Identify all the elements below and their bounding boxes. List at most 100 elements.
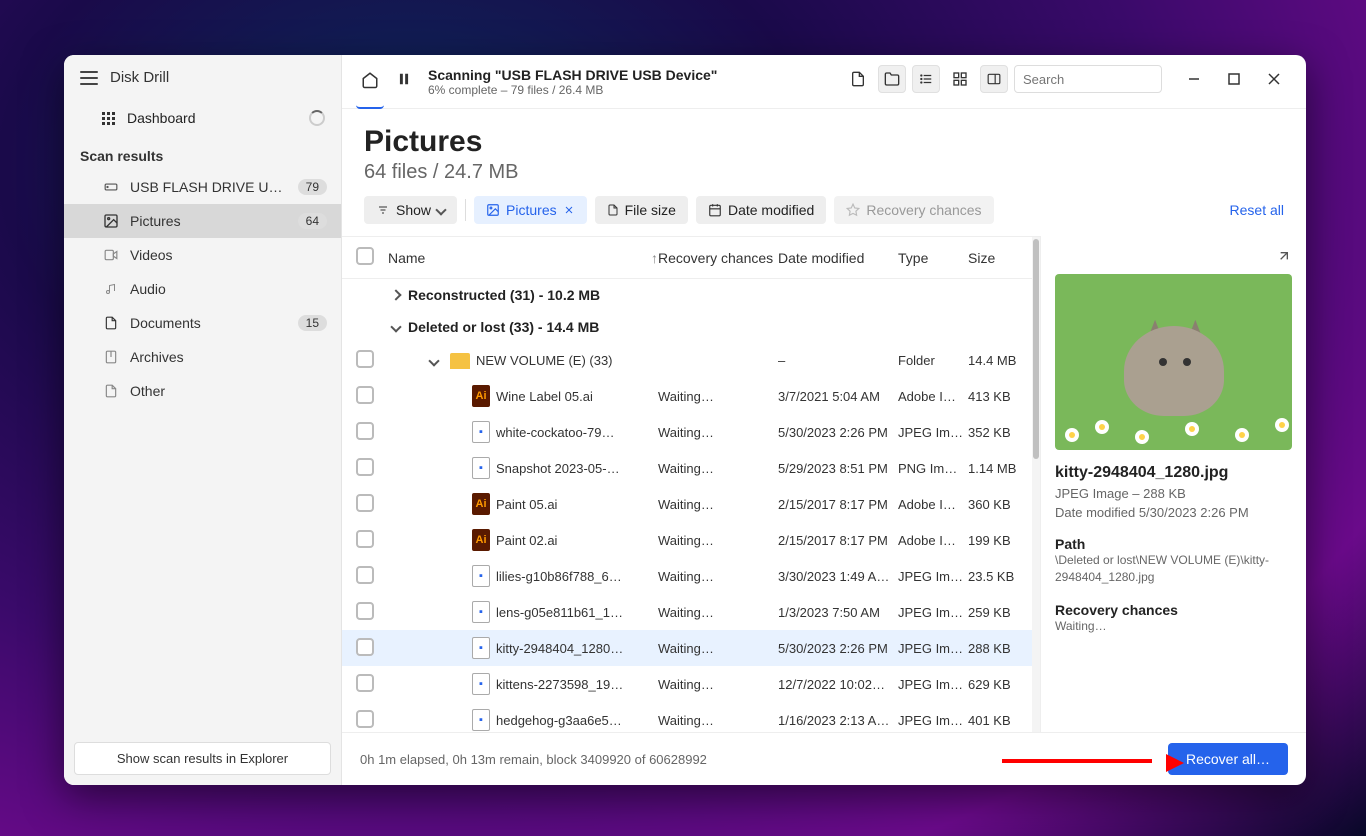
list-view-button[interactable]	[912, 65, 940, 93]
row-checkbox[interactable]	[356, 710, 374, 728]
preview-toggle-button[interactable]	[980, 65, 1008, 93]
file-icon	[607, 203, 619, 217]
preview-recovery-value: Waiting…	[1055, 618, 1292, 635]
sidebar-item-videos[interactable]: Videos	[64, 238, 341, 272]
preview-recovery-label: Recovery chances	[1055, 602, 1292, 618]
ai-file-icon: Ai	[472, 385, 490, 407]
row-checkbox[interactable]	[356, 602, 374, 620]
date-modified-filter[interactable]: Date modified	[696, 196, 826, 224]
scan-title: Scanning "USB FLASH DRIVE USB Device"	[428, 67, 717, 83]
column-type[interactable]: Type	[898, 250, 968, 266]
file-type: PNG Im…	[898, 461, 968, 476]
minimize-button[interactable]	[1176, 65, 1212, 93]
preview-pane: kitty-2948404_1280.jpg JPEG Image – 288 …	[1040, 236, 1306, 732]
scrollbar-thumb[interactable]	[1033, 239, 1039, 459]
table-row[interactable]: ▪white-cockatoo-79… Waiting… 5/30/2023 2…	[342, 414, 1040, 450]
sidebar-item-other[interactable]: Other	[64, 374, 341, 408]
file-date: 1/3/2023 7:50 AM	[778, 605, 898, 620]
dashboard-nav[interactable]: Dashboard	[64, 100, 341, 136]
recovery-chances-filter[interactable]: Recovery chances	[834, 196, 993, 224]
group-deleted[interactable]: Deleted or lost (33) - 14.4 MB	[342, 311, 1040, 343]
archives-icon	[102, 349, 120, 365]
row-checkbox[interactable]	[356, 386, 374, 404]
topbar: Scanning "USB FLASH DRIVE USB Device" 6%…	[342, 55, 1306, 109]
file-size: 413 KB	[968, 389, 1026, 404]
folder-view-button[interactable]	[878, 65, 906, 93]
pictures-filter-label: Pictures	[506, 202, 557, 218]
file-date: 2/15/2017 8:17 PM	[778, 533, 898, 548]
home-button[interactable]	[356, 65, 384, 109]
row-checkbox[interactable]	[356, 566, 374, 584]
row-checkbox[interactable]	[356, 638, 374, 656]
search-box[interactable]	[1014, 65, 1162, 93]
recover-all-button[interactable]: Recover all…	[1168, 743, 1288, 775]
grid-view-button[interactable]	[946, 65, 974, 93]
file-size: 360 KB	[968, 497, 1026, 512]
folder-row[interactable]: NEW VOLUME (E) (33) – Folder 14.4 MB	[342, 343, 1040, 378]
sidebar-item-label: Audio	[130, 281, 327, 297]
sidebar-item-archives[interactable]: Archives	[64, 340, 341, 374]
search-input[interactable]	[1023, 72, 1199, 87]
table-row[interactable]: AiWine Label 05.ai Waiting… 3/7/2021 5:0…	[342, 378, 1040, 414]
pictures-filter[interactable]: Pictures	[474, 196, 587, 224]
row-checkbox[interactable]	[356, 458, 374, 476]
other-icon	[102, 383, 120, 399]
sidebar-item-pictures[interactable]: Pictures 64	[64, 204, 341, 238]
file-name: Snapshot 2023-05-…	[496, 461, 620, 476]
table-row[interactable]: ▪lens-g05e811b61_1… Waiting… 1/3/2023 7:…	[342, 594, 1040, 630]
row-checkbox[interactable]	[356, 350, 374, 368]
image-file-icon: ▪	[472, 601, 490, 623]
group-reconstructed[interactable]: Reconstructed (31) - 10.2 MB	[342, 279, 1040, 311]
sidebar-item-badge: 64	[298, 213, 327, 229]
sidebar-item-audio[interactable]: Audio	[64, 272, 341, 306]
row-checkbox[interactable]	[356, 494, 374, 512]
pause-button[interactable]	[390, 65, 418, 93]
file-recovery: Waiting…	[658, 533, 778, 548]
chevron-down-icon[interactable]	[428, 355, 439, 366]
sidebar-item-documents[interactable]: Documents 15	[64, 306, 341, 340]
folder-icon	[883, 71, 901, 87]
file-type: JPEG Im…	[898, 425, 968, 440]
table-row[interactable]: ▪kittens-2273598_19… Waiting… 12/7/2022 …	[342, 666, 1040, 702]
row-checkbox[interactable]	[356, 422, 374, 440]
spinner-icon	[309, 110, 325, 126]
table-row[interactable]: AiPaint 05.ai Waiting… 2/15/2017 8:17 PM…	[342, 486, 1040, 522]
file-type: Adobe I…	[898, 533, 968, 548]
image-file-icon: ▪	[472, 457, 490, 479]
show-filter[interactable]: Show	[364, 196, 457, 224]
table-row[interactable]: ▪lilies-g10b86f788_6… Waiting… 3/30/2023…	[342, 558, 1040, 594]
row-checkbox[interactable]	[356, 674, 374, 692]
chevron-right-icon	[390, 289, 401, 300]
table-row[interactable]: AiPaint 02.ai Waiting… 2/15/2017 8:17 PM…	[342, 522, 1040, 558]
row-checkbox[interactable]	[356, 530, 374, 548]
reset-all-link[interactable]: Reset all	[1230, 202, 1284, 218]
ai-file-icon: Ai	[472, 493, 490, 515]
popout-icon[interactable]	[1276, 248, 1292, 264]
file-size-filter[interactable]: File size	[595, 196, 688, 224]
x-icon[interactable]	[563, 204, 575, 216]
maximize-button[interactable]	[1216, 65, 1252, 93]
file-view-button[interactable]	[844, 65, 872, 93]
column-date[interactable]: Date modified	[778, 250, 898, 266]
sidebar-item-label: Other	[130, 383, 327, 399]
hamburger-icon[interactable]	[80, 71, 98, 85]
close-button[interactable]	[1256, 65, 1292, 93]
show-in-explorer-button[interactable]: Show scan results in Explorer	[74, 742, 331, 775]
sidebar-item-badge: 15	[298, 315, 327, 331]
file-recovery: Waiting…	[658, 605, 778, 620]
column-recovery[interactable]: Recovery chances	[658, 250, 778, 266]
column-size[interactable]: Size	[968, 250, 1026, 266]
main-pane: Scanning "USB FLASH DRIVE USB Device" 6%…	[342, 55, 1306, 785]
image-file-icon: ▪	[472, 565, 490, 587]
table-row[interactable]: ▪Snapshot 2023-05-… Waiting… 5/29/2023 8…	[342, 450, 1040, 486]
file-size: 401 KB	[968, 713, 1026, 728]
select-all-checkbox[interactable]	[356, 247, 374, 265]
file-size: 288 KB	[968, 641, 1026, 656]
table-row[interactable]: ▪kitty-2948404_1280… Waiting… 5/30/2023 …	[342, 630, 1040, 666]
column-name[interactable]: Name↑	[388, 250, 658, 266]
file-date: 5/29/2023 8:51 PM	[778, 461, 898, 476]
table-row[interactable]: ▪hedgehog-g3aa6e5… Waiting… 1/16/2023 2:…	[342, 702, 1040, 732]
show-label: Show	[396, 202, 431, 218]
scrollbar[interactable]	[1032, 237, 1040, 732]
sidebar-item-drive[interactable]: USB FLASH DRIVE USB D… 79	[64, 170, 341, 204]
